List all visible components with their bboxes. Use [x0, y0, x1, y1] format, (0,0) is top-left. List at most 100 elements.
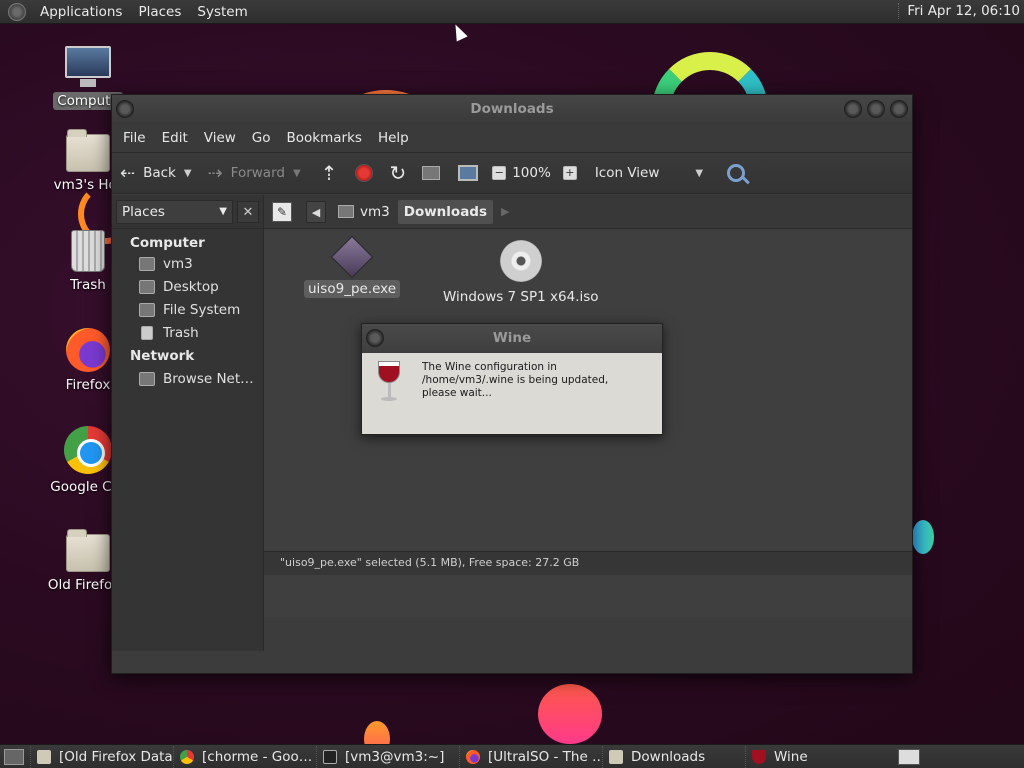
- workspace-switcher-icon[interactable]: [898, 749, 920, 765]
- forward-history-dropdown-icon[interactable]: ▼: [293, 168, 301, 179]
- home-folder-icon: [139, 256, 155, 271]
- stop-button[interactable]: [355, 164, 374, 182]
- zoom-in-icon[interactable]: +: [562, 166, 577, 180]
- taskbar-item-chrome[interactable]: [chorme - Goo…: [173, 745, 316, 768]
- sidebar-section-network: Network: [130, 348, 195, 364]
- sidebar-item-browse-network[interactable]: Browse Net…: [112, 367, 263, 390]
- breadcrumb-label: vm3: [360, 203, 390, 220]
- desktop-icon-label: Trash: [70, 277, 106, 293]
- taskbar-item-terminal[interactable]: [vm3@vm3:~]: [316, 745, 459, 768]
- home-folder-icon: [66, 129, 110, 172]
- breadcrumb-label: Downloads: [403, 203, 488, 220]
- sidebar-section-computer: Computer: [130, 235, 205, 251]
- path-scroll-right-icon[interactable]: ▶: [501, 205, 509, 218]
- wine-glass-icon: [752, 749, 766, 764]
- menu-edit[interactable]: Edit: [154, 130, 196, 146]
- forward-button[interactable]: ⇢ Forward ▼: [208, 163, 301, 184]
- computer-icon[interactable]: [458, 165, 479, 181]
- taskbar-item-ultraiso[interactable]: [UltraISO - The …: [459, 745, 602, 768]
- sidebar-header: Places ▼ ✕: [112, 195, 263, 229]
- folder-icon: [37, 749, 51, 764]
- distro-logo-icon[interactable]: [8, 2, 26, 21]
- window-titlebar[interactable]: Downloads: [112, 95, 912, 124]
- taskbar-item-old-firefox-data[interactable]: [Old Firefox Data]: [30, 745, 173, 768]
- search-button[interactable]: [727, 164, 746, 182]
- top-panel: Applications Places System Fri Apr 12, 0…: [0, 0, 1024, 24]
- sidebar-type-select[interactable]: Places ▼: [116, 199, 233, 224]
- close-button[interactable]: [890, 100, 908, 118]
- chrome-icon: [64, 426, 112, 474]
- view-mode-label: Icon View: [594, 165, 660, 181]
- zoom-level: 100%: [512, 165, 551, 181]
- taskbar-item-downloads[interactable]: Downloads: [602, 745, 745, 768]
- applications-menu[interactable]: Applications: [32, 4, 130, 20]
- places-menu[interactable]: Places: [130, 4, 189, 20]
- wallpaper-shape: [538, 684, 602, 744]
- file-name: uiso9_pe.exe: [304, 280, 401, 298]
- sidebar-item-label: Desktop: [163, 278, 219, 295]
- window-menu-button[interactable]: [116, 100, 134, 118]
- menubar: File Edit View Go Bookmarks Help: [112, 124, 912, 152]
- minimize-button[interactable]: [844, 100, 862, 118]
- path-scroll-left-icon[interactable]: ◀: [306, 200, 326, 223]
- network-icon: [139, 371, 155, 386]
- file-item[interactable]: Windows 7 SP1 x64.iso: [439, 240, 603, 306]
- folder-icon: [66, 529, 110, 572]
- sidebar-item-label: Trash: [163, 324, 199, 341]
- wine-dialog: Wine The Wine configuration in /home/vm3…: [361, 323, 663, 435]
- menu-go[interactable]: Go: [244, 130, 279, 146]
- up-arrow-icon[interactable]: ⇡: [321, 161, 338, 185]
- chevron-down-icon: ▼: [695, 167, 704, 179]
- file-item[interactable]: uiso9_pe.exe: [304, 235, 401, 298]
- taskbar-item-label: [Old Firefox Data]: [59, 748, 173, 765]
- zoom-out-icon[interactable]: −: [492, 166, 507, 180]
- reload-icon[interactable]: ↻: [389, 161, 406, 185]
- sidebar-item-desktop[interactable]: Desktop: [112, 275, 263, 298]
- forward-arrow-icon: ⇢: [207, 162, 223, 184]
- window-title: Downloads: [470, 101, 554, 117]
- back-arrow-icon: ⇠: [120, 162, 136, 184]
- view-mode-select[interactable]: Icon View ▼: [595, 165, 703, 181]
- toolbar: ⇠ Back ▼ ⇢ Forward ▼ ⇡ ↻ − 100% + Icon V…: [112, 152, 912, 194]
- firefox-icon: [466, 749, 480, 764]
- wallpaper-shape: [912, 520, 934, 554]
- desktop-icon-label: Firefox: [65, 377, 111, 393]
- chevron-down-icon: ▼: [219, 206, 227, 217]
- exe-icon: [330, 235, 374, 279]
- forward-label: Forward: [230, 165, 285, 181]
- menu-view[interactable]: View: [196, 130, 244, 146]
- system-menu[interactable]: System: [189, 4, 255, 20]
- back-button[interactable]: ⇠ Back ▼: [120, 163, 192, 184]
- file-name: Windows 7 SP1 x64.iso: [443, 289, 599, 305]
- drive-icon: [139, 302, 155, 317]
- status-bar: "uiso9_pe.exe" selected (5.1 MB), Free s…: [264, 551, 912, 575]
- home-icon[interactable]: [422, 166, 441, 180]
- zoom-control[interactable]: − 100% +: [492, 165, 583, 181]
- window-menu-button[interactable]: [366, 329, 384, 347]
- disc-icon: [499, 240, 542, 282]
- sidebar-item-file-system[interactable]: File System: [112, 298, 263, 321]
- wine-glass-icon: [378, 361, 400, 405]
- menu-bookmarks[interactable]: Bookmarks: [279, 130, 370, 146]
- sidebar-item-label: Browse Net…: [163, 370, 254, 387]
- maximize-button[interactable]: [867, 100, 885, 118]
- sidebar-type-label: Places: [122, 203, 165, 220]
- dialog-titlebar[interactable]: Wine: [362, 324, 662, 353]
- panel-clock[interactable]: Fri Apr 12, 06:10: [898, 3, 1020, 19]
- taskbar-item-wine[interactable]: Wine: [745, 745, 888, 768]
- menu-file[interactable]: File: [115, 130, 154, 146]
- close-sidebar-icon[interactable]: ✕: [237, 200, 259, 223]
- back-history-dropdown-icon[interactable]: ▼: [184, 168, 192, 179]
- location-edit-icon[interactable]: ✎: [272, 201, 292, 222]
- taskbar-item-label: Wine: [774, 748, 808, 765]
- taskbar-item-label: [UltraISO - The …: [488, 748, 602, 765]
- show-desktop-icon[interactable]: [4, 748, 24, 765]
- sidebar-item-vm3[interactable]: vm3: [112, 252, 263, 275]
- sidebar-item-label: File System: [163, 301, 241, 318]
- places-sidebar: Places ▼ ✕ Computer vm3 Desktop File Sys…: [112, 195, 264, 651]
- breadcrumb-downloads[interactable]: Downloads: [397, 199, 494, 224]
- menu-help[interactable]: Help: [370, 130, 417, 146]
- trash-icon: [71, 230, 105, 272]
- sidebar-item-trash[interactable]: Trash: [112, 321, 263, 344]
- breadcrumb-vm3[interactable]: vm3: [332, 200, 396, 224]
